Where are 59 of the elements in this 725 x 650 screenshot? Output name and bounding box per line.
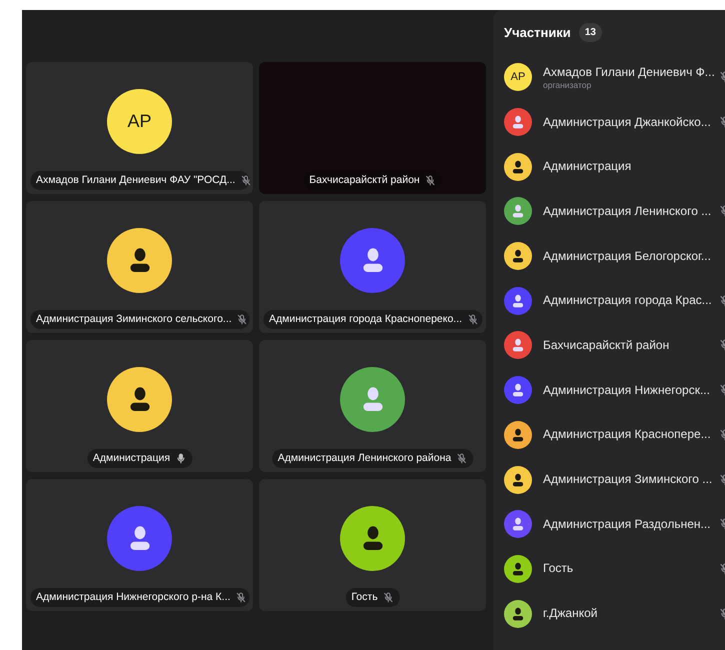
name-label: Администрация Зиминского сельского... <box>30 310 249 329</box>
name-label: Администрация <box>86 449 192 468</box>
participant-item[interactable]: Администрация Раздольнен... <box>493 502 725 547</box>
participant-item[interactable]: Администрация Зиминского ... <box>493 457 725 502</box>
participant-name: Администрация Раздольнен... <box>543 516 712 532</box>
avatar-initials: AP <box>107 88 172 154</box>
person-icon <box>510 426 526 443</box>
person-icon <box>510 516 526 532</box>
muted-mic-icon <box>456 453 468 464</box>
participant-name: г.Джанкой <box>543 606 598 622</box>
person-icon <box>510 337 526 354</box>
participant-item[interactable]: Администрация Ленинского ... <box>493 189 725 234</box>
mic-icon <box>175 453 186 464</box>
participant-name: Администрация Белогорског... <box>543 248 712 264</box>
muted-mic-icon <box>235 592 246 603</box>
participant-name: Администрация <box>543 159 632 174</box>
name-label: Гость <box>345 588 400 607</box>
name-label: Администрация Ленинского района <box>272 449 474 468</box>
participant-item[interactable]: Администрация Краснопере... <box>493 412 725 458</box>
person-icon <box>510 203 526 220</box>
name-label: Администрация Нижнегорского р-на К... <box>30 588 249 607</box>
muted-mic-icon <box>236 314 248 325</box>
participant-name: Администрация Краснопере... <box>543 427 712 442</box>
participant-name: Администрация Ленинского ... <box>543 204 712 219</box>
participant-item[interactable]: Администрация Нижнегорск... <box>493 368 725 412</box>
person-icon <box>510 248 526 264</box>
name-label: Ахмадов Гилани Дениевич ФАУ "РОСД... <box>30 171 249 190</box>
participant-count: 13 <box>578 23 602 42</box>
participant-name: Администрация Зиминского ... <box>543 472 713 488</box>
person-icon <box>510 114 526 130</box>
person-icon <box>510 472 526 488</box>
participant-item[interactable]: г.Джанкой <box>493 591 725 636</box>
participant-item[interactable]: Администрация Джанкойско... <box>493 100 725 144</box>
muted-mic-icon <box>240 175 252 186</box>
participant-item[interactable]: Администрация города Крас... <box>493 278 725 324</box>
muted-mic-icon <box>424 175 436 186</box>
person-icon <box>510 158 526 175</box>
name-label: Администрация города Краснопереко... <box>263 310 482 329</box>
participant-name: Администрация Нижнегорск... <box>543 382 711 398</box>
participant-name: Гость <box>543 561 574 576</box>
participant-name: Администрация города Крас... <box>543 293 713 308</box>
participant-item[interactable]: Бахчисарайсктй район <box>493 323 725 368</box>
muted-mic-icon <box>382 592 394 603</box>
muted-mic-icon <box>467 314 478 325</box>
panel-title: Участники <box>504 24 571 42</box>
participant-name: Бахчисарайсктй район <box>543 338 670 353</box>
participant-item[interactable]: AP Ахмадов Гилани Дениевич Ф... организатор <box>493 55 725 100</box>
participant-name: Ахмадов Гилани Дениевич Ф... <box>543 64 713 80</box>
person-icon <box>510 560 526 577</box>
avatar-initials: AP <box>504 63 532 92</box>
person-icon <box>510 606 526 622</box>
person-icon <box>510 382 526 398</box>
name-label: Бахчисарайсктй район <box>303 171 442 190</box>
participant-item[interactable]: Администрация Белогорског... <box>493 234 725 278</box>
person-icon <box>510 292 526 309</box>
participant-role: организатор <box>543 80 592 90</box>
participant-name: Администрация Джанкойско... <box>543 114 712 130</box>
participant-item[interactable]: Гость <box>493 546 725 592</box>
participant-item[interactable]: Администрация <box>493 144 725 190</box>
